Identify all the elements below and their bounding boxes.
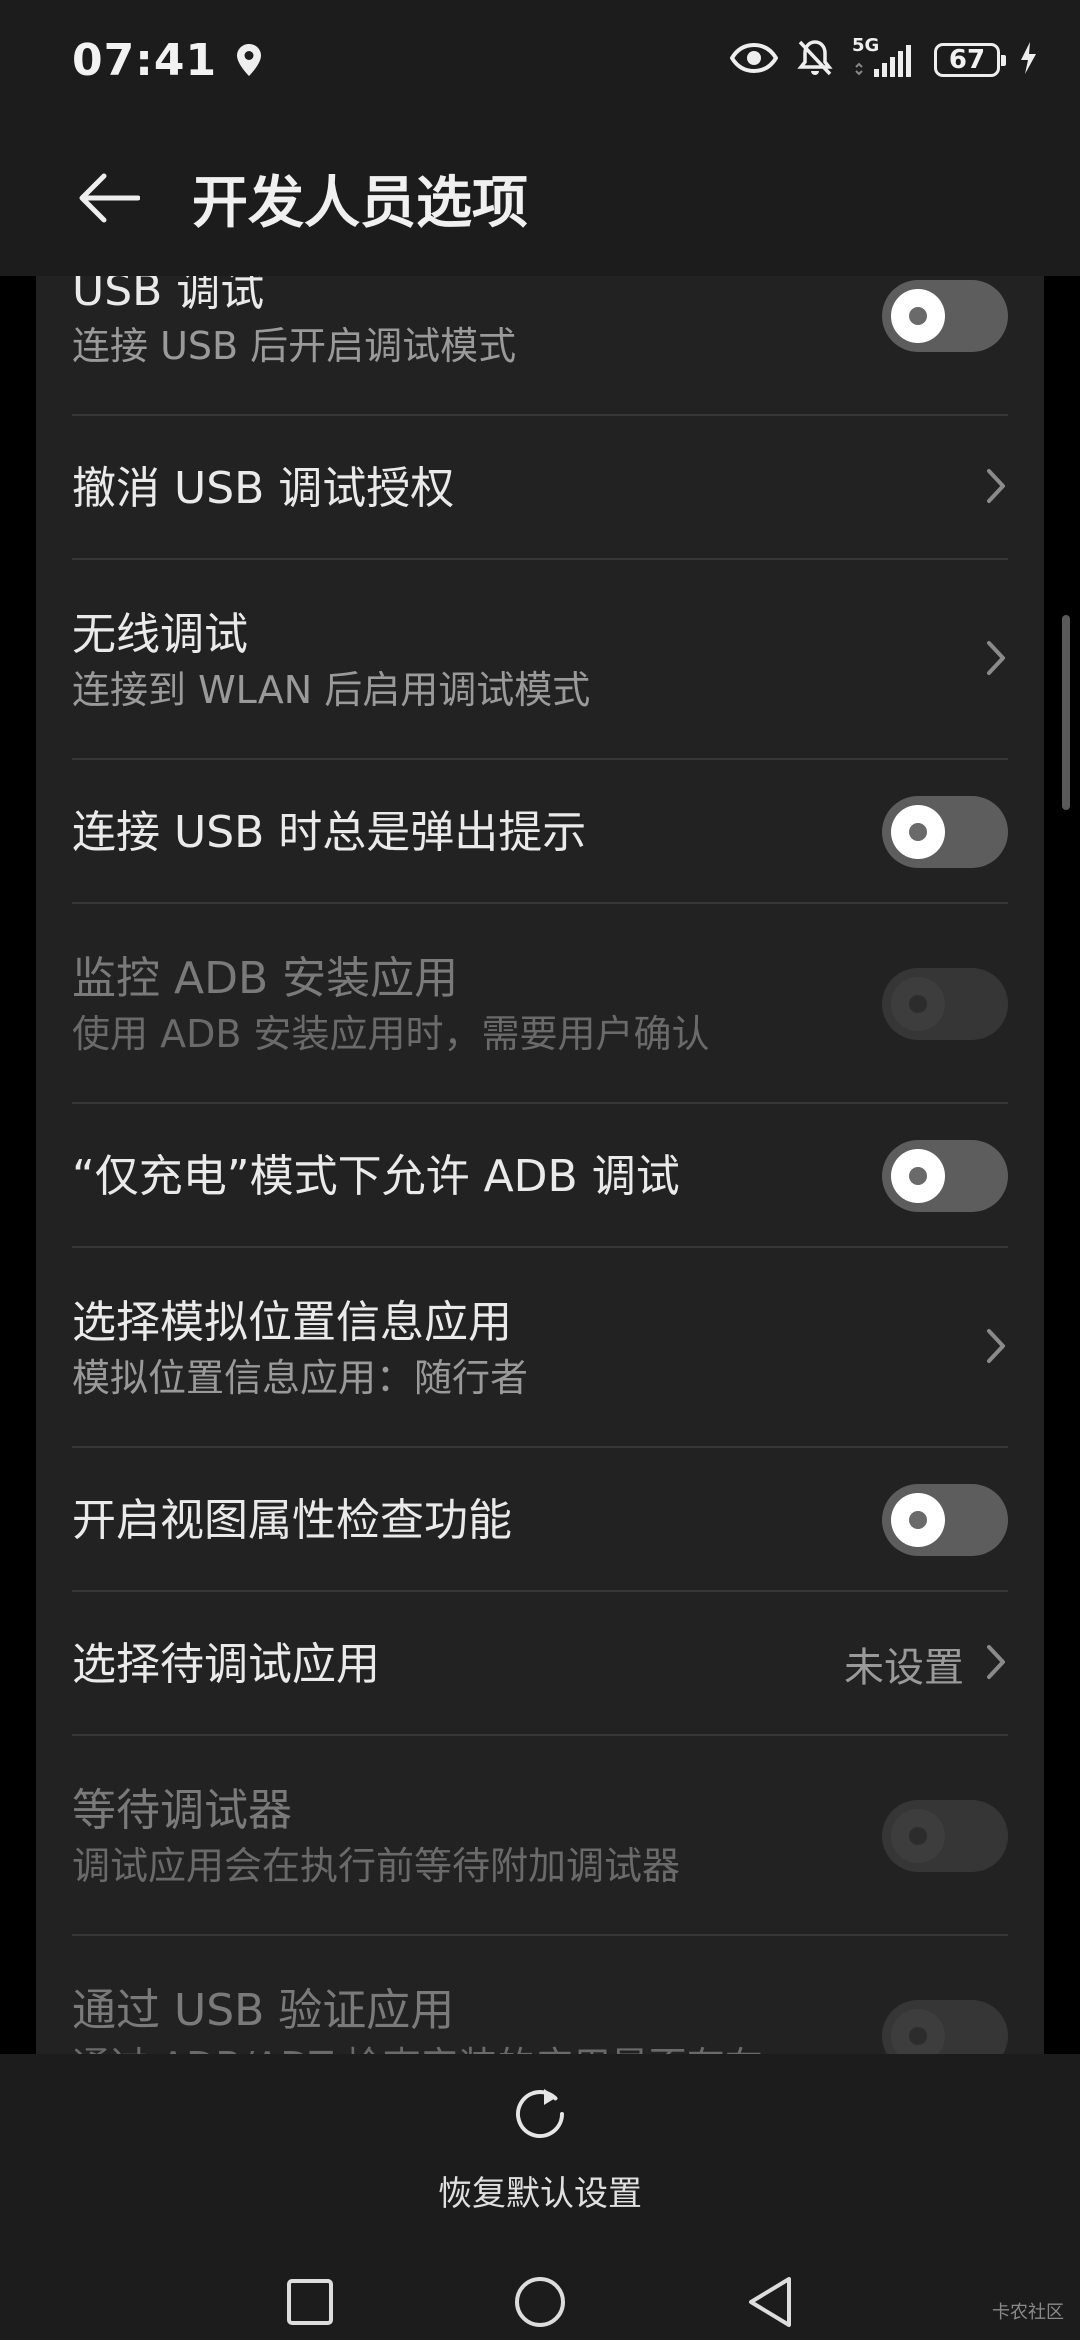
setting-value: 未设置 (844, 1645, 964, 1691)
setting-text: USB 调试连接 USB 后开启调试模式 (72, 276, 882, 369)
setting-text: “仅充电”模式下允许 ADB 调试 (72, 1149, 882, 1204)
setting-row[interactable]: USB 调试连接 USB 后开启调试模式 (36, 276, 1044, 416)
setting-title: 等待调试器 (72, 1784, 292, 1836)
setting-control (984, 638, 1008, 682)
setting-row[interactable]: 选择模拟位置信息应用模拟位置信息应用：随行者 (36, 1248, 1044, 1448)
signal-icon: 5G (852, 35, 916, 79)
setting-title: 选择待调试应用 (72, 1638, 380, 1690)
setting-title: 通过 USB 验证应用 (72, 1984, 455, 2036)
setting-subtitle: 使用 ADB 安装应用时，需要用户确认 (72, 1011, 710, 1056)
setting-title: 连接 USB 时总是弹出提示 (72, 806, 587, 858)
watermark: 卡农社区 (992, 2302, 1064, 2323)
reset-defaults-button[interactable]: 恢复默认设置 (390, 2076, 690, 2246)
bell-off-icon (796, 38, 834, 82)
setting-title: 无线调试 (72, 608, 248, 660)
status-time: 07:41 (72, 34, 218, 86)
setting-title: 选择模拟位置信息应用 (72, 1296, 512, 1348)
setting-title: 开启视图属性检查功能 (72, 1494, 512, 1546)
settings-card: USB 调试连接 USB 后开启调试模式撤消 USB 调试授权 无线调试连接到 W… (36, 276, 1044, 2054)
setting-text: 通过 USB 验证应用通过 ADB/ADT 检查安装的应用是否存在 (72, 1983, 882, 2054)
setting-text: 选择待调试应用 (72, 1637, 844, 1692)
charging-icon (1018, 40, 1038, 80)
toggle-knob (891, 977, 945, 1031)
setting-row: 通过 USB 验证应用通过 ADB/ADT 检查安装的应用是否存在 (36, 1936, 1044, 2054)
setting-text: 选择模拟位置信息应用模拟位置信息应用：随行者 (72, 1295, 984, 1402)
setting-text: 连接 USB 时总是弹出提示 (72, 805, 882, 860)
reset-label: 恢复默认设置 (438, 2174, 642, 2214)
back-icon[interactable] (740, 2272, 800, 2332)
setting-control (882, 2000, 1008, 2054)
toggle-switch[interactable] (882, 1140, 1008, 1212)
toggle-switch[interactable] (882, 280, 1008, 352)
setting-row[interactable]: 撤消 USB 调试授权 (36, 416, 1044, 560)
toggle-switch[interactable] (882, 1484, 1008, 1556)
chevron-right-icon (984, 1642, 1008, 1686)
home-icon[interactable] (510, 2272, 570, 2332)
setting-text: 监控 ADB 安装应用使用 ADB 安装应用时，需要用户确认 (72, 951, 882, 1058)
toggle-knob (891, 2009, 945, 2054)
setting-text: 撤消 USB 调试授权 (72, 461, 984, 516)
setting-subtitle: 通过 ADB/ADT 检查安装的应用是否存在 (72, 2044, 882, 2054)
setting-row[interactable]: 开启视图属性检查功能 (36, 1448, 1044, 1592)
setting-subtitle: 连接 USB 后开启调试模式 (72, 323, 517, 368)
chevron-right-icon (984, 466, 1008, 510)
network-type: 5G (852, 35, 880, 56)
bottom-area: 恢复默认设置 卡农社区 (0, 2054, 1080, 2340)
refresh-icon (502, 2076, 578, 2156)
setting-title: USB 调试 (72, 276, 265, 316)
toggle-knob (891, 805, 945, 859)
setting-control (882, 1484, 1008, 1556)
toggle-switch[interactable] (882, 796, 1008, 868)
status-icons: 5G 67 (729, 35, 1038, 82)
toggle-knob (891, 1149, 945, 1203)
chevron-right-icon (984, 638, 1008, 682)
toggle-knob (891, 1493, 945, 1547)
toggle-switch (882, 1800, 1008, 1872)
setting-text: 无线调试连接到 WLAN 后启用调试模式 (72, 607, 984, 714)
page-title: 开发人员选项 (192, 171, 528, 236)
toggle-switch (882, 968, 1008, 1040)
setting-subtitle: 调试应用会在执行前等待附加调试器 (72, 1843, 681, 1888)
setting-row[interactable]: 无线调试连接到 WLAN 后启用调试模式 (36, 560, 1044, 760)
setting-title: “仅充电”模式下允许 ADB 调试 (72, 1150, 680, 1202)
setting-row: 监控 ADB 安装应用使用 ADB 安装应用时，需要用户确认 (36, 904, 1044, 1104)
status-bar: 07:41 5G 67 (0, 0, 1080, 120)
setting-title: 监控 ADB 安装应用 (72, 952, 459, 1004)
toggle-switch (882, 2000, 1008, 2054)
scrollbar[interactable] (1062, 615, 1070, 810)
setting-control (984, 466, 1008, 510)
setting-row: 等待调试器调试应用会在执行前等待附加调试器 (36, 1736, 1044, 1936)
setting-control (882, 796, 1008, 868)
back-arrow-icon[interactable] (72, 165, 144, 231)
battery-icon: 67 (934, 43, 1006, 77)
setting-title: 撤消 USB 调试授权 (72, 462, 455, 514)
battery-level: 67 (948, 45, 986, 75)
setting-row[interactable]: 连接 USB 时总是弹出提示 (36, 760, 1044, 904)
settings-list: USB 调试连接 USB 后开启调试模式撤消 USB 调试授权 无线调试连接到 W… (36, 276, 1044, 2054)
setting-control (984, 1326, 1008, 1370)
toggle-knob (891, 289, 945, 343)
setting-subtitle: 模拟位置信息应用：随行者 (72, 1355, 529, 1400)
setting-text: 开启视图属性检查功能 (72, 1493, 882, 1548)
navigation-bar (0, 2254, 1080, 2340)
setting-row[interactable]: 选择待调试应用 未设置 (36, 1592, 1044, 1736)
setting-control (882, 968, 1008, 1040)
setting-text: 等待调试器调试应用会在执行前等待附加调试器 (72, 1783, 882, 1890)
toggle-knob (891, 1809, 945, 1863)
recents-icon[interactable] (280, 2272, 340, 2332)
eye-icon (729, 42, 779, 77)
location-icon (235, 42, 263, 78)
setting-row[interactable]: “仅充电”模式下允许 ADB 调试 (36, 1104, 1044, 1248)
setting-control (882, 1140, 1008, 1212)
setting-subtitle: 连接到 WLAN 后启用调试模式 (72, 667, 591, 712)
app-header: 开发人员选项 (0, 120, 1080, 276)
setting-control (882, 1800, 1008, 1872)
chevron-right-icon (984, 1326, 1008, 1370)
setting-control (882, 280, 1008, 352)
setting-control: 未设置 (844, 1635, 1008, 1693)
